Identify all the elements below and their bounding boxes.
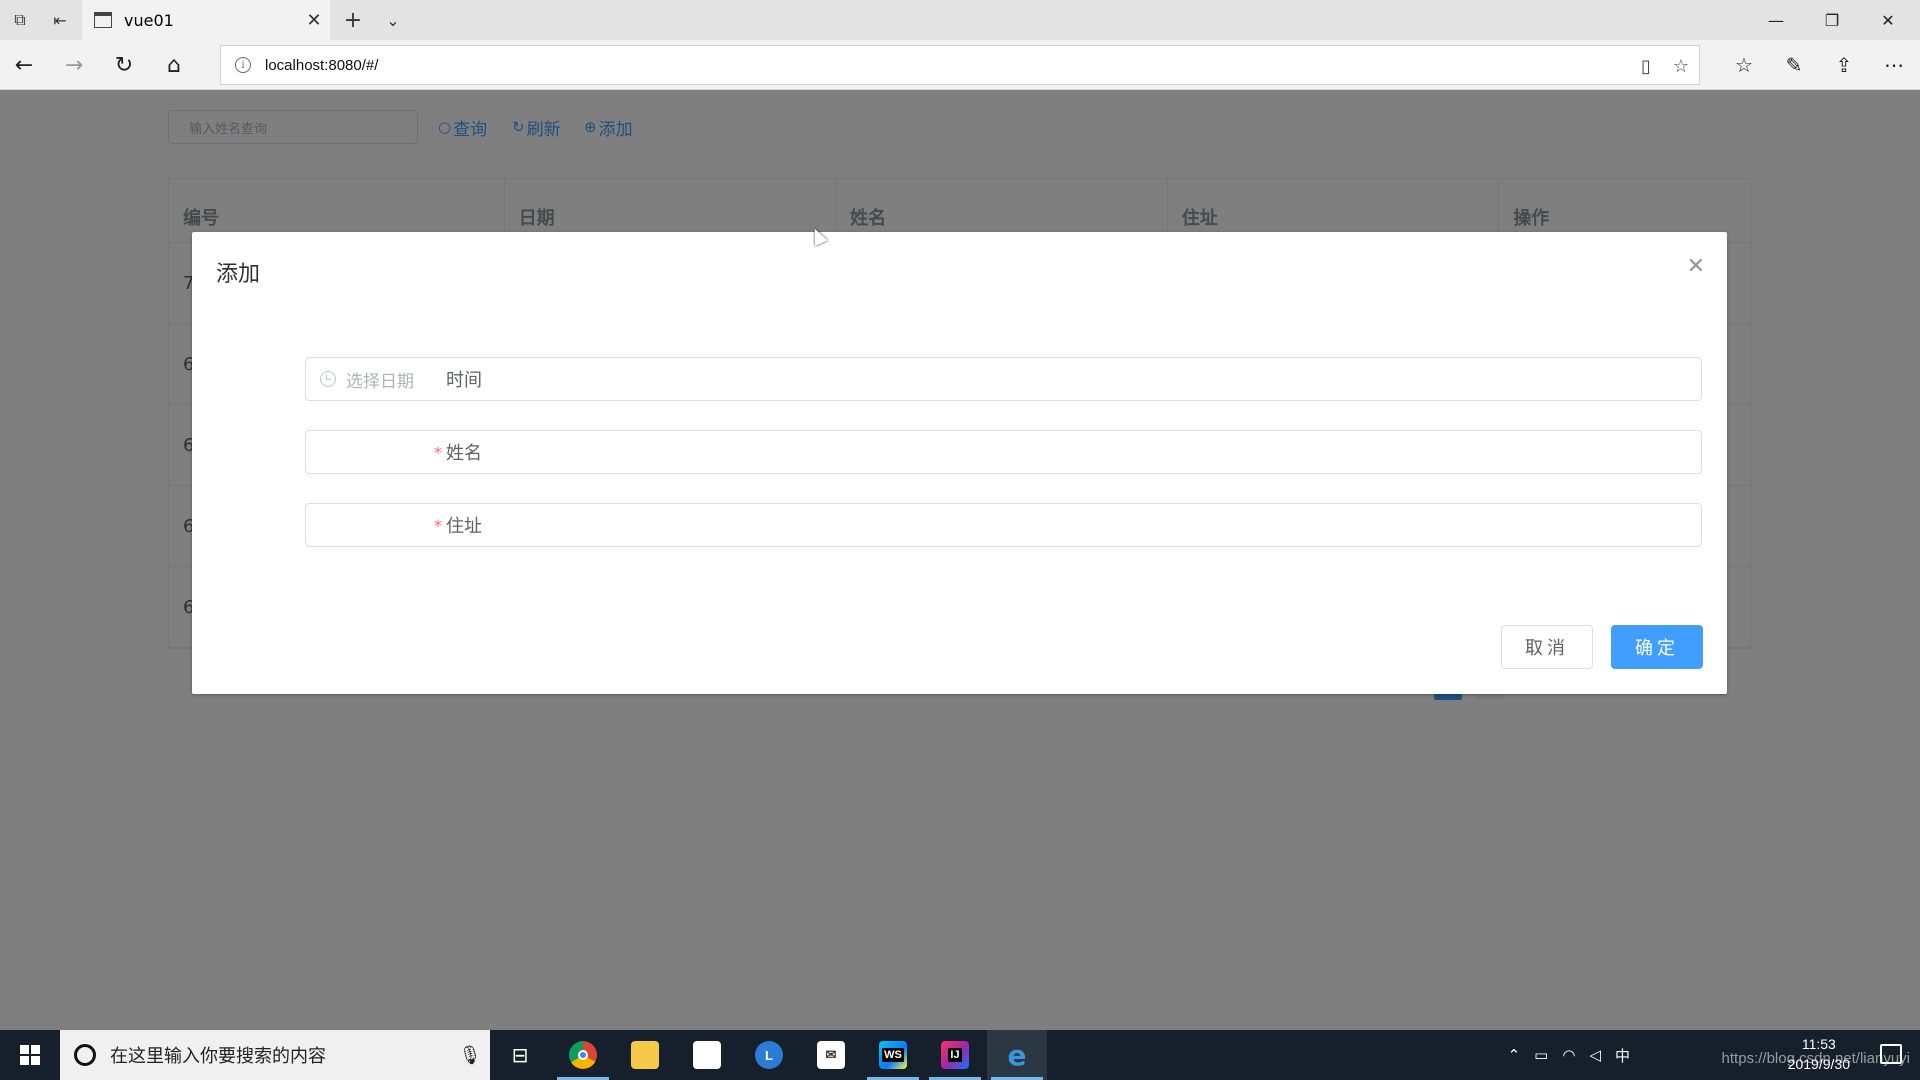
favorites-icon[interactable]: ☆ bbox=[1722, 45, 1766, 85]
tab-title: vue01 bbox=[124, 10, 174, 30]
close-tab-icon[interactable]: ✕ bbox=[298, 10, 330, 31]
microphone-icon[interactable]: 🎙 bbox=[450, 1045, 490, 1066]
windows-logo-icon bbox=[20, 1045, 40, 1065]
taskbar: 在这里输入你要搜索的内容 🎙 ⊟ L ✉ WS IJ e ⌃ ▭ ◠ ◁ 中 1… bbox=[0, 1030, 1920, 1080]
taskbar-app-edge[interactable]: e bbox=[987, 1030, 1047, 1080]
dialog-title: 添加 bbox=[216, 262, 261, 287]
form-row-name: * 姓名 bbox=[192, 430, 1727, 474]
taskbar-app-mail[interactable]: ✉ bbox=[801, 1030, 861, 1080]
page-icon bbox=[94, 12, 112, 28]
chrome-icon bbox=[569, 1041, 597, 1069]
url-input[interactable]: i localhost:8080/#/ ▯ ☆ bbox=[220, 45, 1700, 85]
volume-icon[interactable]: ◁ bbox=[1589, 1046, 1601, 1064]
clock-icon bbox=[320, 371, 336, 387]
back-icon[interactable]: ← bbox=[4, 45, 44, 85]
restore-icon[interactable]: ❐ bbox=[1804, 0, 1860, 40]
taskbar-app-explorer[interactable] bbox=[615, 1030, 675, 1080]
taskbar-search[interactable]: 在这里输入你要搜索的内容 🎙 bbox=[60, 1030, 490, 1080]
address-bar: ← → ↻ ⌂ i localhost:8080/#/ ▯ ☆ ☆ ✎ ⇪ ⋯ bbox=[0, 40, 1920, 90]
wifi-icon[interactable]: ◠ bbox=[1562, 1046, 1575, 1064]
tabs-restore-icon[interactable]: ⇤ bbox=[40, 0, 80, 40]
home-icon[interactable]: ⌂ bbox=[154, 45, 194, 85]
task-view-button[interactable]: ⊟ bbox=[490, 1030, 550, 1080]
browser-tab-bar: ⧉ ⇤ vue01 ✕ + ⌄ — ❐ ✕ bbox=[0, 0, 1920, 40]
address-input[interactable] bbox=[305, 503, 1702, 547]
ime-indicator[interactable]: 中 bbox=[1615, 1045, 1630, 1066]
search-text: 在这里输入你要搜索的内容 bbox=[110, 1046, 326, 1067]
notes-pen-icon[interactable]: ✎ bbox=[1772, 45, 1816, 85]
favorite-star-icon[interactable]: ☆ bbox=[1673, 56, 1689, 77]
minimize-icon[interactable]: — bbox=[1748, 0, 1804, 40]
form-row-address: * 住址 bbox=[192, 503, 1727, 547]
taskbar-app-webstorm[interactable]: WS bbox=[863, 1030, 923, 1080]
webstorm-icon: WS bbox=[879, 1041, 907, 1069]
battery-icon[interactable]: ▭ bbox=[1534, 1046, 1548, 1064]
edge-icon: e bbox=[1007, 1038, 1027, 1072]
watermark: https://blog.csdn.net/lianyuyi bbox=[1721, 1050, 1910, 1067]
confirm-button[interactable]: 确定 bbox=[1611, 625, 1703, 669]
browser-tab[interactable]: vue01 ✕ bbox=[82, 0, 330, 40]
clock-app-icon: L bbox=[755, 1041, 783, 1069]
tab-set-aside-icon[interactable]: ⧉ bbox=[0, 0, 40, 40]
date-placeholder: 选择日期 bbox=[346, 371, 414, 392]
taskbar-app-intellij[interactable]: IJ bbox=[925, 1030, 985, 1080]
taskbar-app-store[interactable] bbox=[677, 1030, 737, 1080]
forward-icon[interactable]: → bbox=[54, 45, 94, 85]
date-picker-input[interactable]: 选择日期 bbox=[305, 357, 1702, 401]
name-input[interactable] bbox=[305, 430, 1702, 474]
mail-icon: ✉ bbox=[817, 1041, 845, 1069]
cancel-button[interactable]: 取消 bbox=[1501, 625, 1593, 669]
close-icon[interactable]: ✕ bbox=[1687, 254, 1705, 279]
site-info-icon[interactable]: i bbox=[235, 57, 251, 73]
tray-chevron-up-icon[interactable]: ⌃ bbox=[1508, 1046, 1521, 1064]
close-window-icon[interactable]: ✕ bbox=[1860, 0, 1916, 40]
cortana-icon bbox=[74, 1044, 96, 1066]
store-icon bbox=[693, 1041, 721, 1069]
start-button[interactable] bbox=[0, 1030, 60, 1080]
tab-preview-chevron-icon[interactable]: ⌄ bbox=[373, 0, 413, 40]
taskbar-app-chrome[interactable] bbox=[553, 1030, 613, 1080]
task-view-icon: ⊟ bbox=[511, 1043, 529, 1067]
reading-view-icon[interactable]: ▯ bbox=[1641, 56, 1651, 77]
add-dialog: 添加 ✕ 时间 选择日期 * 姓名 * 住址 取消 确定 bbox=[192, 232, 1727, 694]
system-tray: ⌃ ▭ ◠ ◁ 中 bbox=[1508, 1030, 1630, 1080]
more-icon[interactable]: ⋯ bbox=[1872, 45, 1916, 85]
taskbar-app-clock[interactable]: L bbox=[739, 1030, 799, 1080]
url-text: localhost:8080/#/ bbox=[265, 56, 379, 74]
file-explorer-icon bbox=[631, 1041, 659, 1069]
refresh-icon[interactable]: ↻ bbox=[104, 45, 144, 85]
form-row-date: 时间 选择日期 bbox=[192, 357, 1727, 401]
intellij-icon: IJ bbox=[941, 1041, 969, 1069]
new-tab-icon[interactable]: + bbox=[333, 0, 373, 40]
share-icon[interactable]: ⇪ bbox=[1822, 45, 1866, 85]
